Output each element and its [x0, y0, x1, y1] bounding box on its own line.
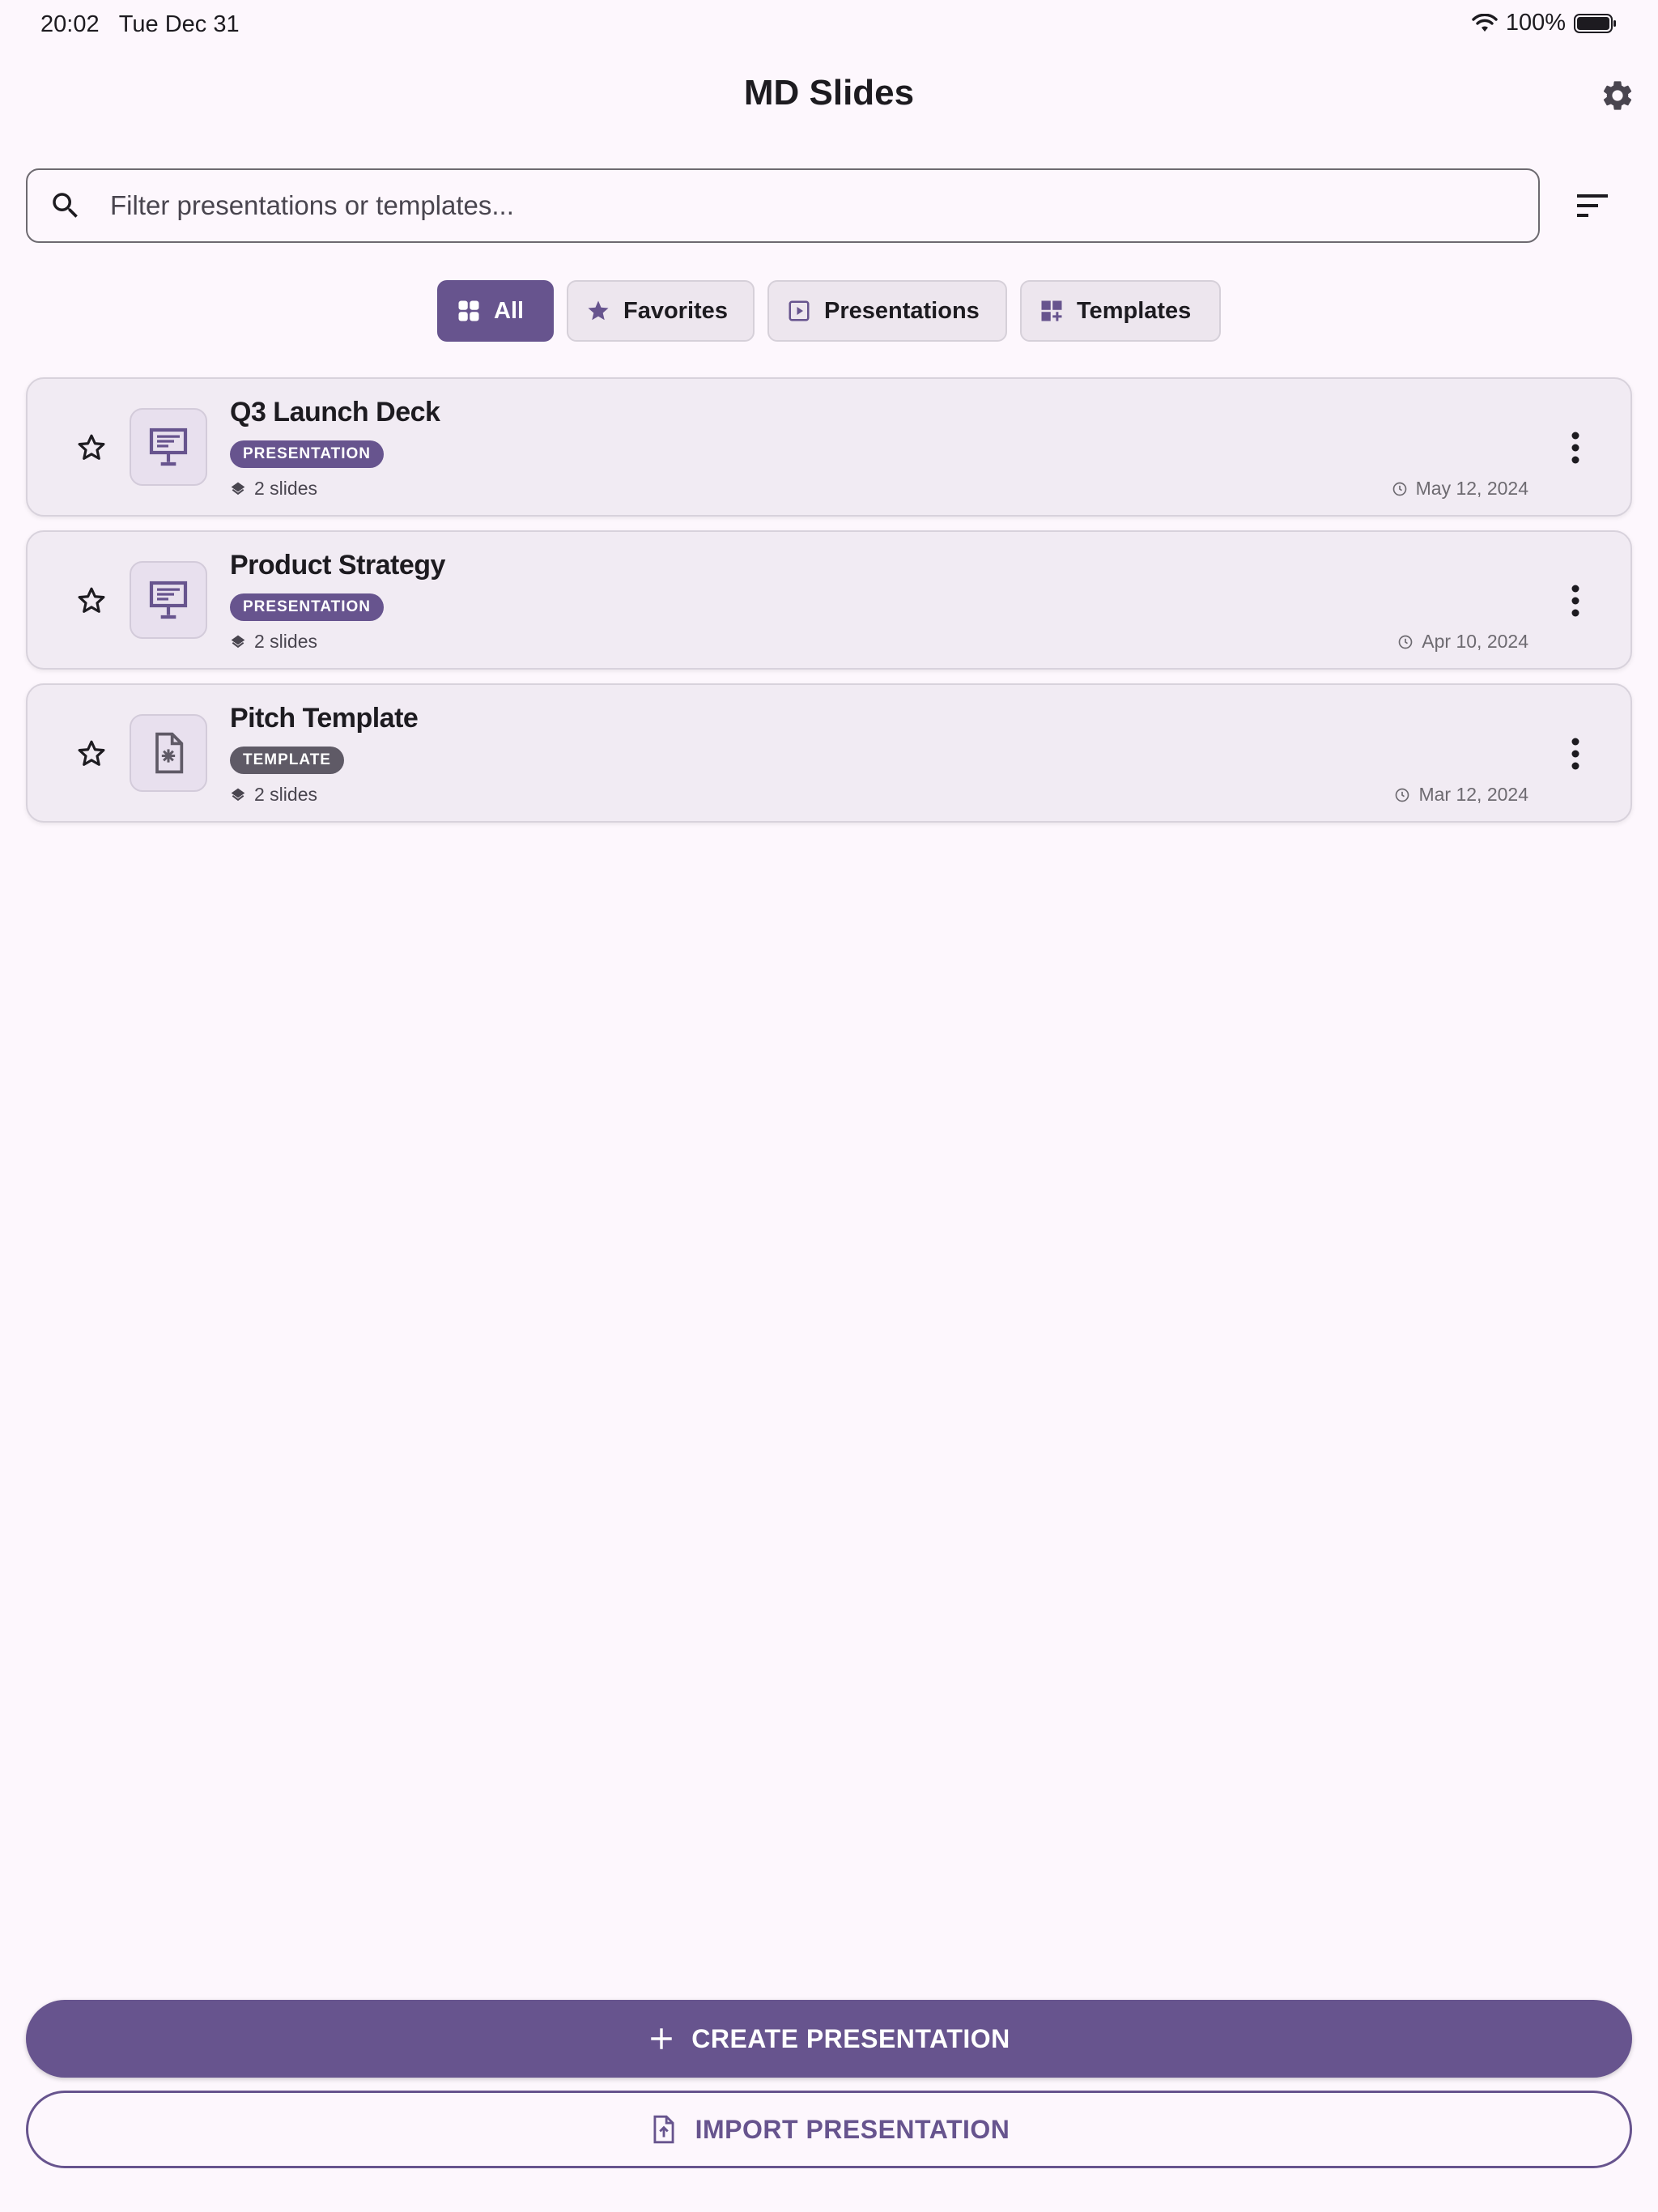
- status-right: 100%: [1472, 10, 1618, 36]
- grid-icon: [458, 300, 479, 321]
- item-title: Product Strategy: [230, 550, 445, 581]
- slide-count: 2 slides: [230, 784, 317, 806]
- layers-icon: [231, 482, 245, 495]
- type-badge: TEMPLATE: [230, 747, 344, 774]
- presentation-card[interactable]: Product Strategy PRESENTATION 2 slides A…: [26, 530, 1632, 670]
- layers-icon: [231, 635, 245, 648]
- filter-chip-label: Templates: [1077, 297, 1192, 324]
- modified-date: Apr 10, 2024: [1397, 631, 1528, 653]
- sort-icon[interactable]: [1575, 191, 1611, 220]
- clock-icon: [1392, 482, 1406, 496]
- more-vert-icon[interactable]: [1567, 429, 1584, 466]
- status-time: 20:02 Tue Dec 31: [40, 11, 240, 37]
- template-thumbnail: [130, 714, 207, 792]
- page-title: MD Slides: [743, 73, 915, 113]
- slideshow-icon: [789, 300, 810, 321]
- battery-percent: 100%: [1505, 10, 1566, 36]
- import-button-label: IMPORT PRESENTATION: [695, 2114, 1010, 2144]
- item-title: Q3 Launch Deck: [230, 397, 440, 428]
- more-vert-icon[interactable]: [1567, 735, 1584, 772]
- create-presentation-button[interactable]: CREATE PRESENTATION: [26, 2000, 1632, 2078]
- filter-chip-favorites[interactable]: Favorites: [567, 280, 755, 342]
- search-icon: [53, 193, 78, 218]
- layers-icon: [231, 788, 245, 801]
- file-upload-icon: [653, 2115, 674, 2144]
- slide-count: 2 slides: [230, 478, 317, 500]
- filter-chip-templates[interactable]: Templates: [1020, 280, 1221, 342]
- filter-chip-label: Presentations: [824, 297, 980, 324]
- star-filled-icon: [588, 300, 609, 321]
- import-presentation-button[interactable]: IMPORT PRESENTATION: [26, 2091, 1632, 2168]
- filter-chips: All Favorites Presentations Templates: [0, 280, 1658, 342]
- item-title: Pitch Template: [230, 703, 419, 734]
- filter-chip-label: Favorites: [623, 297, 728, 324]
- filter-chip-presentations[interactable]: Presentations: [767, 280, 1007, 342]
- template-file-icon: [155, 732, 184, 774]
- presentation-card[interactable]: Q3 Launch Deck PRESENTATION 2 slides May…: [26, 377, 1632, 517]
- template-card[interactable]: Pitch Template TEMPLATE 2 slides Mar 12,…: [26, 683, 1632, 823]
- modified-date: Mar 12, 2024: [1394, 784, 1528, 806]
- more-vert-icon[interactable]: [1567, 582, 1584, 619]
- presentation-board-icon: [149, 581, 188, 619]
- search-input[interactable]: [108, 189, 1488, 222]
- battery-icon: [1574, 13, 1616, 33]
- wifi-icon: [1472, 13, 1498, 32]
- clock-icon: [1396, 788, 1409, 802]
- create-button-label: CREATE PRESENTATION: [691, 2023, 1010, 2053]
- presentation-thumbnail: [130, 408, 207, 486]
- star-outline-icon[interactable]: [74, 584, 108, 618]
- modified-date: May 12, 2024: [1392, 478, 1528, 500]
- star-outline-icon[interactable]: [74, 737, 108, 771]
- presentation-thumbnail: [130, 561, 207, 639]
- clock-icon: [1398, 635, 1413, 649]
- plus-icon: [651, 2028, 672, 2049]
- status-bar: 20:02 Tue Dec 31 100%: [0, 0, 1658, 52]
- gear-icon[interactable]: [1600, 78, 1635, 113]
- filter-chip-all[interactable]: All: [437, 280, 554, 342]
- filter-chip-label: All: [494, 297, 525, 324]
- type-badge: PRESENTATION: [230, 440, 385, 468]
- presentation-board-icon: [149, 428, 188, 466]
- search-box[interactable]: [26, 168, 1540, 243]
- star-outline-icon[interactable]: [74, 431, 108, 465]
- dashboard-add-icon: [1041, 300, 1062, 321]
- slide-count: 2 slides: [230, 631, 317, 653]
- type-badge: PRESENTATION: [230, 593, 385, 621]
